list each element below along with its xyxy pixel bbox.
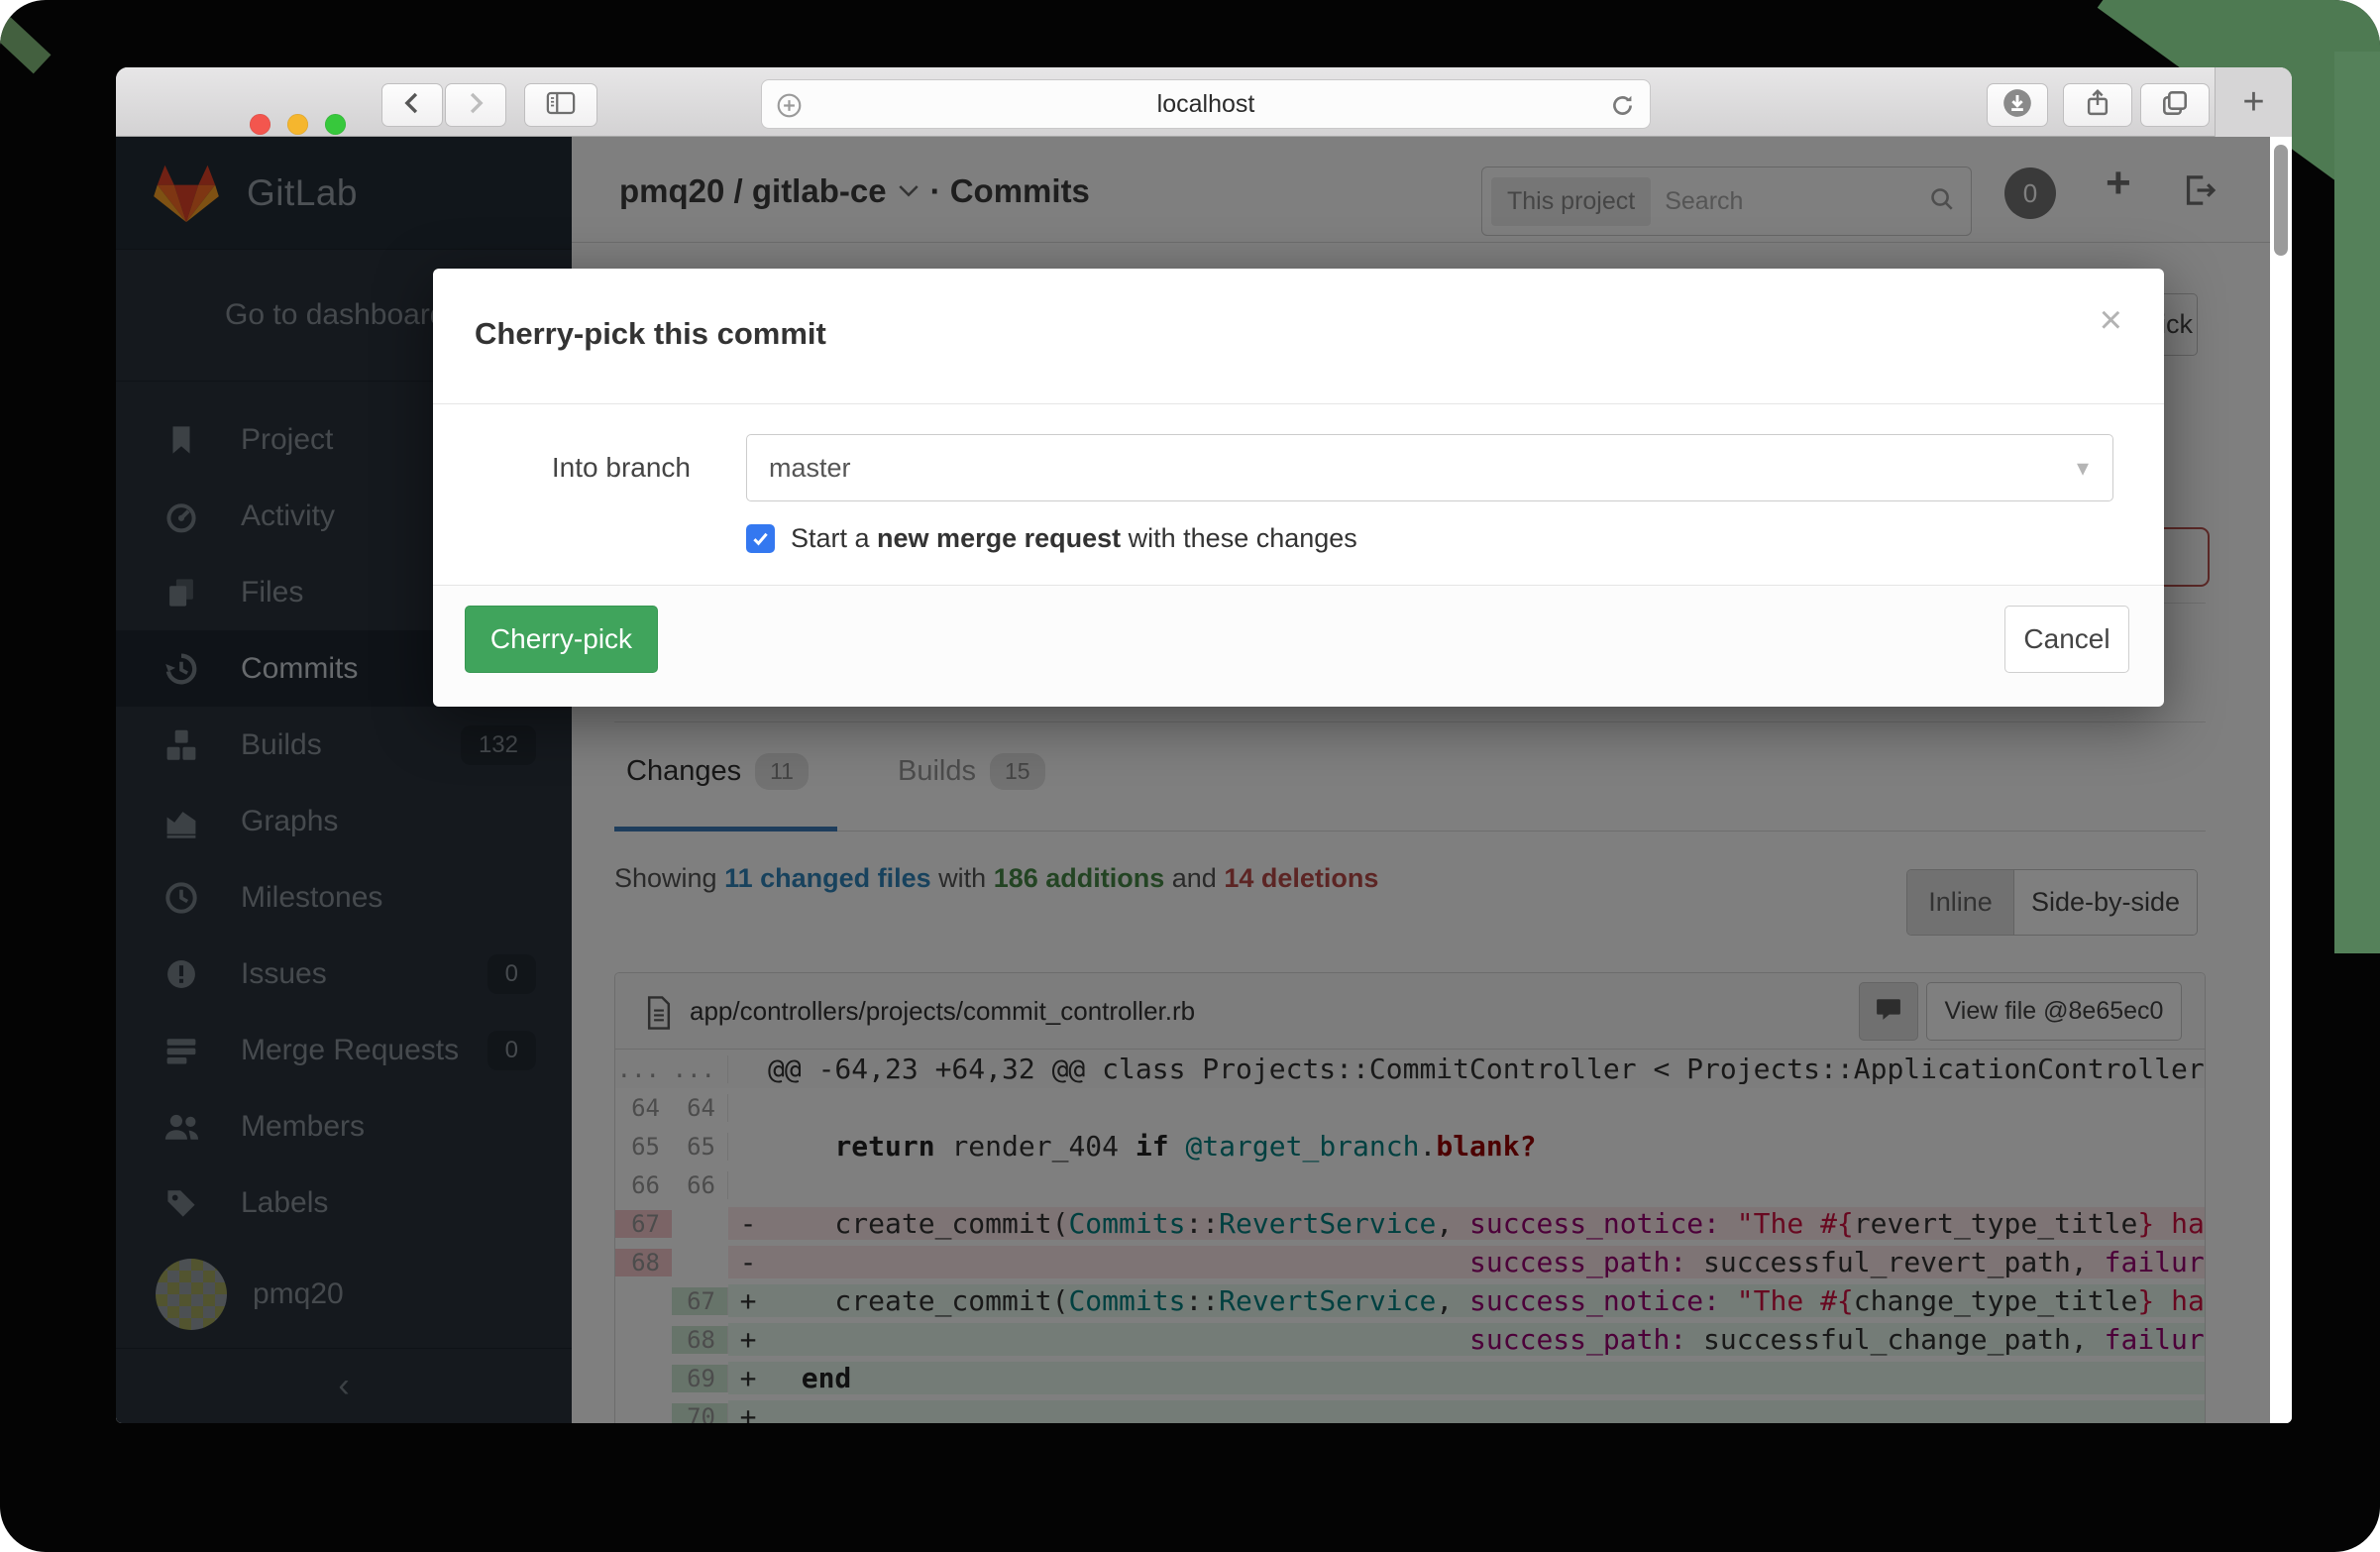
back-button[interactable]	[381, 83, 443, 127]
show-tabs-button[interactable]	[2140, 83, 2210, 127]
screenshot-stage: localhost +	[0, 0, 2380, 1552]
scrollbar-track	[2270, 137, 2292, 1423]
tabs-icon	[2160, 88, 2190, 123]
cherry-pick-confirm-button[interactable]: Cherry-pick	[465, 606, 658, 673]
merge-request-option: Start a new merge request with these cha…	[746, 523, 1357, 554]
share-icon	[2084, 88, 2111, 123]
refresh-icon[interactable]	[1609, 92, 1636, 124]
merge-request-checkbox[interactable]	[746, 524, 775, 553]
modal-header: Cherry-pick this commit ×	[433, 269, 2164, 404]
checkbox-label: Start a new merge request with these cha…	[791, 523, 1357, 554]
share-button[interactable]	[2063, 83, 2132, 127]
branch-value: master	[769, 453, 2077, 484]
forward-button[interactable]	[445, 83, 506, 127]
modal-title: Cherry-pick this commit	[475, 316, 826, 352]
forward-icon	[463, 90, 488, 121]
minimize-window-button[interactable]	[287, 114, 308, 135]
downloads-button[interactable]	[1987, 83, 2048, 127]
screen-frame: localhost +	[0, 0, 2380, 1552]
download-icon	[2001, 87, 2033, 124]
select-caret-icon: ▾	[2077, 454, 2089, 483]
branch-select[interactable]: master ▾	[746, 434, 2113, 501]
wallpaper-sliver-top-left	[0, 8, 51, 74]
modal-footer: Cherry-pick Cancel	[433, 585, 2164, 706]
close-window-button[interactable]	[250, 114, 270, 135]
close-icon[interactable]: ×	[2100, 300, 2122, 340]
modal-body: Into branch master ▾ Start a new merge r…	[433, 404, 2164, 585]
plus-icon: +	[2242, 81, 2264, 124]
cherry-pick-modal: Cherry-pick this commit × Into branch ma…	[433, 269, 2164, 707]
branch-label: Into branch	[433, 452, 691, 484]
safari-window: localhost +	[116, 67, 2292, 1423]
zoom-window-button[interactable]	[325, 114, 346, 135]
browser-toolbar: localhost +	[116, 67, 2292, 137]
scrollbar[interactable]	[2274, 145, 2288, 256]
address-bar[interactable]: localhost	[761, 79, 1651, 129]
wallpaper-strip-right	[2334, 52, 2380, 953]
url-text: localhost	[1157, 90, 1255, 119]
sidebar-toggle-button[interactable]	[524, 83, 597, 127]
sidebar-toggle-icon	[546, 90, 576, 121]
back-icon	[399, 90, 425, 121]
new-tab-button[interactable]: +	[2215, 67, 2292, 137]
checkbox-check-icon	[751, 529, 770, 548]
cancel-button[interactable]: Cancel	[2004, 606, 2129, 673]
circle-plus-icon[interactable]	[776, 92, 803, 124]
